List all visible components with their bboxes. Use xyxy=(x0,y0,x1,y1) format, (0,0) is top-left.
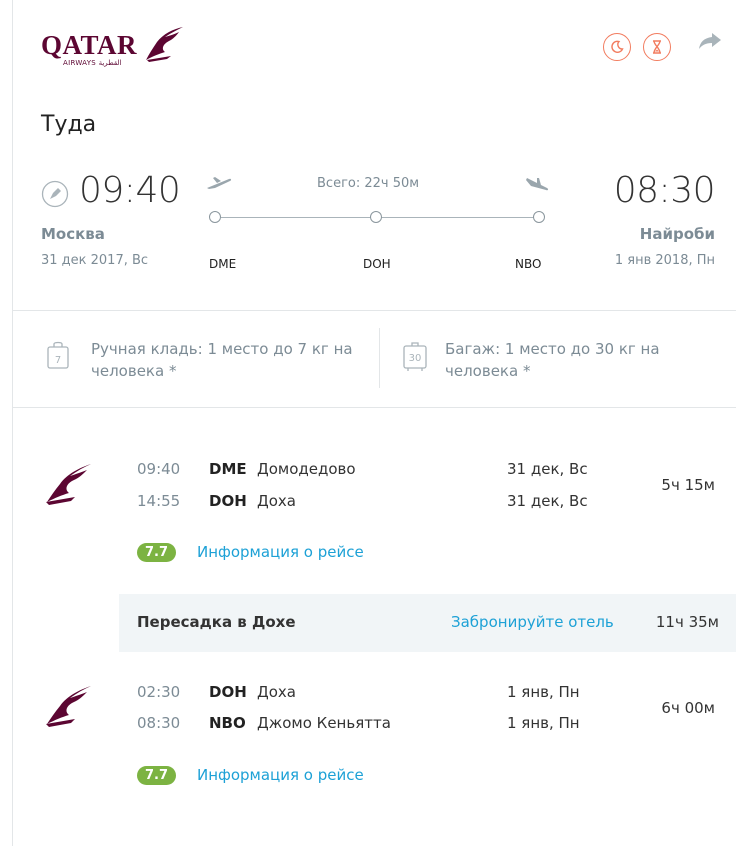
airline-logo: QATAR AIRWAYS القطرية xyxy=(41,22,183,70)
divider xyxy=(13,310,736,311)
segment-departure-time: 09:40 xyxy=(137,460,181,478)
departure-time: 09:40 xyxy=(79,170,181,211)
arrival-time: 08:30 xyxy=(613,170,716,211)
logo-text: QATAR xyxy=(41,30,137,60)
stop-dot-destination xyxy=(533,211,545,223)
segment-departure-code: DME xyxy=(209,460,247,478)
segment-departure-airport: Доха xyxy=(257,683,296,701)
segment-rating-badge: 7.7 xyxy=(137,541,177,562)
stop-code-origin: DME xyxy=(209,257,237,271)
airline-logo-icon xyxy=(46,464,91,505)
moon-icon xyxy=(611,40,624,53)
layover-panel: Пересадка в Дохе Забронируйте отель 11ч … xyxy=(119,594,736,652)
segment-departure-code: DOH xyxy=(209,683,247,701)
segment-departure-airport: Домодедово xyxy=(257,460,356,478)
segment-arrival-date: 1 янв, Пн xyxy=(507,714,580,732)
divider xyxy=(13,407,736,408)
logo-subtext: AIRWAYS القطرية xyxy=(63,59,122,67)
segment-departure-time: 02:30 xyxy=(137,683,181,701)
rating-value: 7.7 xyxy=(137,543,177,562)
takeoff-icon xyxy=(207,177,232,189)
arrival-city: Найроби xyxy=(639,225,715,243)
segment-arrival-airport: Доха xyxy=(257,492,296,510)
hand-luggage-weight: 7 xyxy=(55,355,61,366)
flight-info-link[interactable]: Информация о рейсе xyxy=(197,543,364,561)
segment-arrival-time: 14:55 xyxy=(137,492,181,510)
hand-luggage-text: Ручная кладь: 1 место до 7 кг на человек… xyxy=(91,340,353,380)
share-button[interactable] xyxy=(697,30,723,56)
arrival-date: 1 янв 2018, Пн xyxy=(614,253,715,268)
direction-title: Туда xyxy=(41,112,97,137)
segment-arrival-code: NBO xyxy=(209,714,246,732)
book-hotel-link[interactable]: Забронируйте отель xyxy=(451,613,614,631)
stop-code-destination: NBO xyxy=(515,257,542,271)
hand-luggage-icon: 7 xyxy=(47,341,69,369)
segment-arrival-airport: Джомо Кеньятта xyxy=(257,714,391,732)
segment-arrival-date: 31 дек, Вс xyxy=(507,492,588,510)
departure-pin-icon xyxy=(41,180,69,208)
segment-rating-badge: 7.7 xyxy=(137,764,177,785)
segment-arrival-time: 08:30 xyxy=(137,714,181,732)
checked-luggage-weight: 30 xyxy=(409,353,422,364)
flight-info-link[interactable]: Информация о рейсе xyxy=(197,766,364,784)
night-flight-button[interactable] xyxy=(603,33,631,61)
stop-dot-origin xyxy=(209,211,221,223)
segment-departure-date: 1 янв, Пн xyxy=(507,683,580,701)
total-duration: Всего: 22ч 50м xyxy=(317,176,420,191)
checked-luggage-text: Багаж: 1 место до 30 кг на человека * xyxy=(445,340,660,380)
baggage-separator xyxy=(379,328,380,388)
segment-duration: 6ч 00м xyxy=(661,699,715,717)
layover-title: Пересадка в Дохе xyxy=(137,613,296,631)
checked-luggage-icon: 30 xyxy=(403,342,427,371)
rating-value: 7.7 xyxy=(137,766,177,785)
hourglass-icon xyxy=(653,40,661,54)
landing-icon xyxy=(526,178,549,191)
oryx-logo-icon xyxy=(146,27,183,62)
stop-dot-transfer xyxy=(370,211,382,223)
segment-arrival-code: DOH xyxy=(209,492,247,510)
layover-duration: 11ч 35м xyxy=(655,613,719,631)
long-layover-button[interactable] xyxy=(643,33,671,61)
departure-date: 31 дек 2017, Вс xyxy=(41,253,149,268)
share-arrow-icon xyxy=(699,33,721,49)
segment-departure-date: 31 дек, Вс xyxy=(507,460,588,478)
departure-city: Москва xyxy=(41,225,105,243)
stop-code-transfer: DOH xyxy=(363,257,391,271)
segment-duration: 5ч 15м xyxy=(661,476,715,494)
airline-logo-icon xyxy=(46,686,91,727)
flight-card: QATAR AIRWAYS القطرية Туда 09:40 Москва … xyxy=(12,0,736,846)
